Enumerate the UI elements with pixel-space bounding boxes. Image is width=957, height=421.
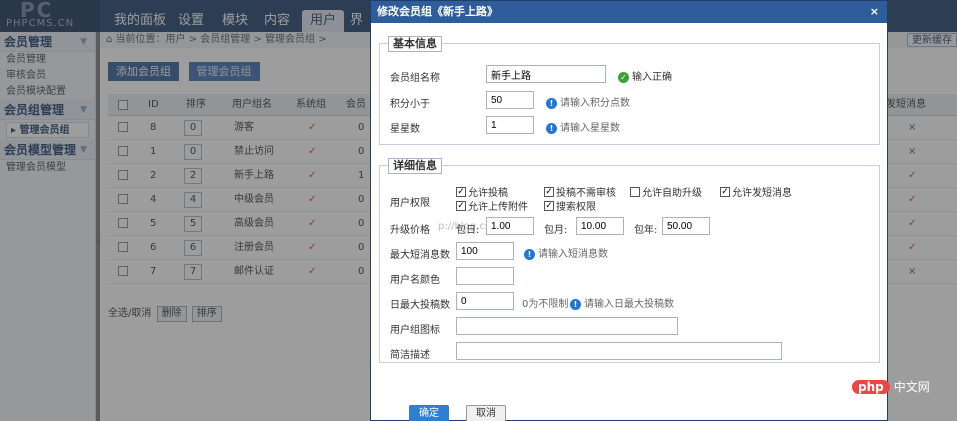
max-sms-label: 最大短消息数 <box>390 250 450 261</box>
perm-label: 允许发短消息 <box>732 188 792 199</box>
php-badge: php <box>852 380 890 394</box>
dialog-title: 修改会员组《新手上路》 <box>377 5 498 18</box>
stars-hint: ! 请输入星星数 <box>546 119 620 134</box>
year-price-label: 包年: <box>634 225 658 236</box>
points-hint: ! 请输入积分点数 <box>546 94 630 109</box>
max-sms-hint: ! 请输入短消息数 <box>524 245 608 260</box>
edit-group-dialog: 修改会员组《新手上路》 × 基本信息 会员组名称 ✓输入正确 积分小于 !请输入… <box>370 0 888 421</box>
watermark-text: 中文网 <box>893 380 930 394</box>
max-sms-hint-text: 请输入短消息数 <box>538 249 608 260</box>
daily-submit-hint-text: 请输入日最大投稿数 <box>584 299 674 310</box>
points-input[interactable] <box>486 91 534 109</box>
max-sms-input[interactable] <box>456 242 514 260</box>
checkbox[interactable]: ✓ <box>720 187 730 197</box>
day-price-label: 包日: <box>456 225 480 236</box>
checkbox[interactable]: ✓ <box>544 201 554 211</box>
daily-submit-note: 0为不限制 <box>522 299 569 310</box>
group-icon-input[interactable] <box>456 317 678 335</box>
stars-input[interactable] <box>486 116 534 134</box>
detail-info-legend: 详细信息 <box>388 158 442 174</box>
basic-info-fieldset: 基本信息 会员组名称 ✓输入正确 积分小于 !请输入积分点数 星星数 !请输入星… <box>379 36 880 145</box>
name-color-input[interactable] <box>456 267 514 285</box>
month-price-input[interactable] <box>576 217 624 235</box>
cancel-button[interactable]: 取消 <box>466 405 506 421</box>
name-valid-message: ✓ 输入正确 <box>618 68 672 83</box>
confirm-button[interactable]: 确定 <box>409 405 449 421</box>
checkbox[interactable] <box>630 187 640 197</box>
year-price-input[interactable] <box>662 217 710 235</box>
perm-no-review[interactable]: ✓ 投稿不需审核 <box>544 184 616 199</box>
description-input[interactable] <box>456 342 782 360</box>
perm-search[interactable]: ✓ 搜索权限 <box>544 198 596 213</box>
group-icon-label: 用户组图标 <box>390 325 440 336</box>
month-price-label: 包月: <box>544 225 568 236</box>
name-color-label: 用户名颜色 <box>390 275 440 286</box>
checkbox[interactable]: ✓ <box>456 187 466 197</box>
daily-submit-input[interactable] <box>456 292 514 310</box>
checkbox[interactable]: ✓ <box>544 187 554 197</box>
stars-hint-text: 请输入星星数 <box>560 123 620 134</box>
name-valid-text: 输入正确 <box>632 72 672 83</box>
perm-label: 允许自助升级 <box>642 188 702 199</box>
perm-send-sms[interactable]: ✓ 允许发短消息 <box>720 184 792 199</box>
basic-info-legend: 基本信息 <box>388 36 442 52</box>
permissions-label: 用户权限 <box>390 198 430 209</box>
perm-self-upgrade[interactable]: 允许自助升级 <box>630 184 702 199</box>
day-price-input[interactable] <box>486 217 534 235</box>
group-name-label: 会员组名称 <box>390 73 440 84</box>
perm-label: 搜索权限 <box>556 202 596 213</box>
close-icon[interactable]: × <box>870 1 879 23</box>
check-circle-icon: ✓ <box>618 71 629 83</box>
checkbox[interactable]: ✓ <box>456 201 466 211</box>
info-icon: ! <box>524 248 535 260</box>
description-label: 简洁描述 <box>390 350 430 361</box>
perm-allow-submit[interactable]: ✓ 允许投稿 <box>456 184 508 199</box>
price-label: 升级价格 <box>390 225 430 236</box>
group-name-input[interactable] <box>486 65 606 83</box>
site-watermark: php 中文网 <box>852 378 930 395</box>
info-icon: ! <box>546 97 557 109</box>
info-icon: ! <box>546 122 557 134</box>
perm-upload[interactable]: ✓ 允许上传附件 <box>456 198 528 213</box>
points-label: 积分小于 <box>390 99 430 110</box>
perm-label: 允许上传附件 <box>468 202 528 213</box>
detail-info-fieldset: 详细信息 用户权限 ✓ 允许投稿 ✓ 投稿不需审核 允许自助升级 ✓ 允许发短消息 ✓… <box>379 158 880 363</box>
daily-submit-label: 日最大投稿数 <box>390 300 450 311</box>
daily-submit-hint: ! 请输入日最大投稿数 <box>570 295 674 310</box>
stars-label: 星星数 <box>390 124 420 135</box>
points-hint-text: 请输入积分点数 <box>560 98 630 109</box>
dialog-title-bar: 修改会员组《新手上路》 × <box>371 1 887 23</box>
info-icon: ! <box>570 298 581 310</box>
